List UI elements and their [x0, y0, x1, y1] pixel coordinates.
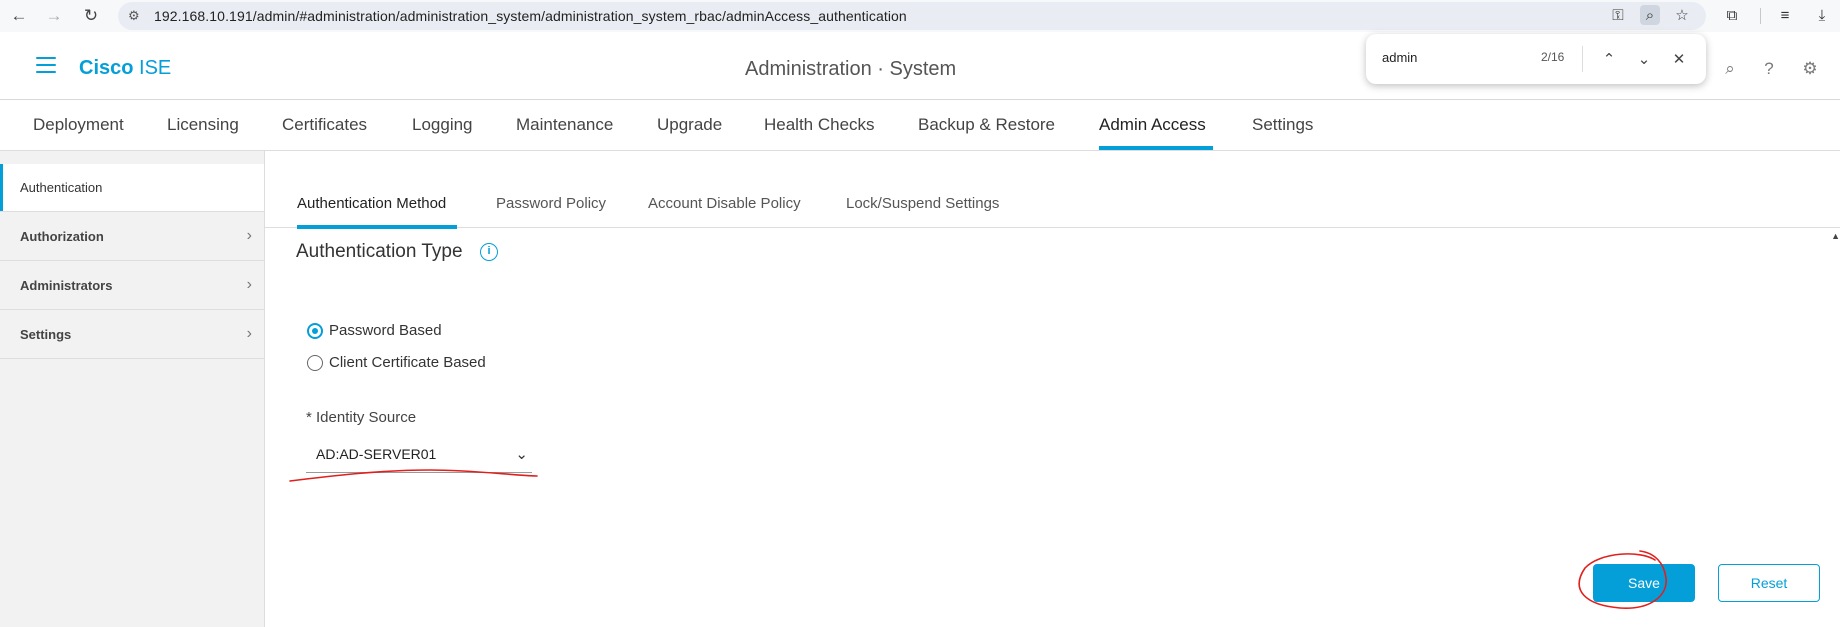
find-in-page-icon[interactable]: ⌕	[1640, 5, 1660, 25]
tab-certificates[interactable]: Certificates	[282, 115, 367, 135]
chevron-down-icon: ⌄	[515, 446, 528, 463]
find-bar: admin 2/16 ⌃ ⌄ ✕	[1366, 34, 1706, 84]
tab-settings[interactable]: Settings	[1252, 115, 1313, 135]
sidebar-item-authorization[interactable]: Authorization ›	[0, 213, 264, 261]
reload-icon[interactable]: ↻	[80, 5, 102, 27]
tab-backup-restore[interactable]: Backup & Restore	[918, 115, 1055, 135]
bookmark-star-icon[interactable]: ☆	[1672, 5, 1692, 25]
sidebar-item-label: Authentication	[20, 180, 103, 195]
tab-logging[interactable]: Logging	[412, 115, 473, 135]
main-tabs: Deployment Licensing Certificates Loggin…	[0, 100, 1840, 151]
site-info-icon[interactable]: ⚙	[128, 8, 144, 24]
identity-source-value: AD:AD-SERVER01	[316, 446, 437, 462]
radio-label-client-certificate-based[interactable]: Client Certificate Based	[329, 354, 486, 371]
download-icon[interactable]: ⤓	[1812, 5, 1832, 25]
tab-account-disable-policy[interactable]: Account Disable Policy	[648, 195, 801, 212]
browser-toolbar: ← → ↻ ⚙ 192.168.10.191/admin/#administra…	[0, 0, 1840, 32]
section-title: Authentication Type	[296, 241, 463, 262]
search-icon[interactable]: ⌕	[1719, 58, 1741, 80]
tab-licensing[interactable]: Licensing	[167, 115, 239, 135]
radio-client-certificate-based[interactable]	[307, 355, 323, 371]
identity-source-select[interactable]: AD:AD-SERVER01 ⌄	[306, 439, 532, 473]
radio-password-based[interactable]	[307, 323, 323, 339]
tab-lock-suspend-settings[interactable]: Lock/Suspend Settings	[846, 195, 999, 212]
tab-upgrade[interactable]: Upgrade	[657, 115, 722, 135]
tab-maintenance[interactable]: Maintenance	[516, 115, 613, 135]
context-visibility-icon[interactable]: ⚙	[1799, 58, 1821, 80]
password-key-icon[interactable]: ⚿	[1608, 5, 1628, 25]
main-content: Authentication Method Password Policy Ac…	[265, 151, 1840, 627]
sidebar: Authentication Authorization › Administr…	[0, 151, 265, 627]
toolbar-divider	[1760, 8, 1761, 24]
sub-tabs: Authentication Method Password Policy Ac…	[265, 151, 1840, 229]
radio-label-password-based[interactable]: Password Based	[329, 322, 442, 339]
tab-password-policy[interactable]: Password Policy	[496, 195, 606, 212]
help-icon[interactable]: ?	[1758, 58, 1780, 80]
active-subtab-indicator	[297, 225, 457, 229]
back-icon[interactable]: ←	[8, 5, 30, 27]
sidebar-item-settings[interactable]: Settings ›	[0, 311, 264, 359]
tab-health-checks[interactable]: Health Checks	[764, 115, 875, 135]
find-input[interactable]: admin	[1382, 50, 1417, 65]
save-button[interactable]: Save	[1593, 564, 1695, 602]
menu-icon[interactable]	[36, 57, 56, 73]
find-count: 2/16	[1541, 50, 1565, 64]
tab-admin-access[interactable]: Admin Access	[1099, 115, 1206, 135]
close-icon[interactable]: ✕	[1667, 47, 1691, 71]
extensions-icon[interactable]: ⧉	[1722, 5, 1742, 25]
active-tab-indicator	[1099, 146, 1213, 150]
identity-source-label: * Identity Source	[306, 409, 417, 426]
find-previous-icon[interactable]: ⌃	[1597, 47, 1621, 71]
sidebar-item-label: Settings	[20, 327, 72, 342]
sidebar-item-label: Authorization	[20, 229, 104, 244]
brand-logo: Cisco ISE	[79, 57, 172, 79]
chevron-right-icon: ›	[246, 276, 252, 293]
reset-button[interactable]: Reset	[1718, 564, 1820, 602]
chevron-right-icon: ›	[246, 325, 252, 342]
find-next-icon[interactable]: ⌄	[1632, 47, 1656, 71]
chevron-right-icon: ›	[246, 227, 252, 244]
tab-search-icon[interactable]: ≡	[1775, 5, 1795, 25]
address-bar[interactable]: ⚙ 192.168.10.191/admin/#administration/a…	[118, 2, 1706, 30]
forward-icon[interactable]: →	[43, 5, 65, 27]
sidebar-item-administrators[interactable]: Administrators ›	[0, 262, 264, 310]
scrollbar-up-arrow-icon[interactable]: ▲	[1831, 231, 1840, 241]
tab-deployment[interactable]: Deployment	[33, 115, 124, 135]
url-text[interactable]: 192.168.10.191/admin/#administration/adm…	[154, 8, 907, 24]
page-title: Administration · System	[745, 58, 957, 80]
tab-authentication-method[interactable]: Authentication Method	[297, 195, 446, 212]
find-divider	[1582, 46, 1583, 72]
info-icon[interactable]: i	[480, 243, 498, 261]
sidebar-item-authentication[interactable]: Authentication	[0, 164, 264, 212]
sidebar-item-label: Administrators	[20, 278, 113, 293]
